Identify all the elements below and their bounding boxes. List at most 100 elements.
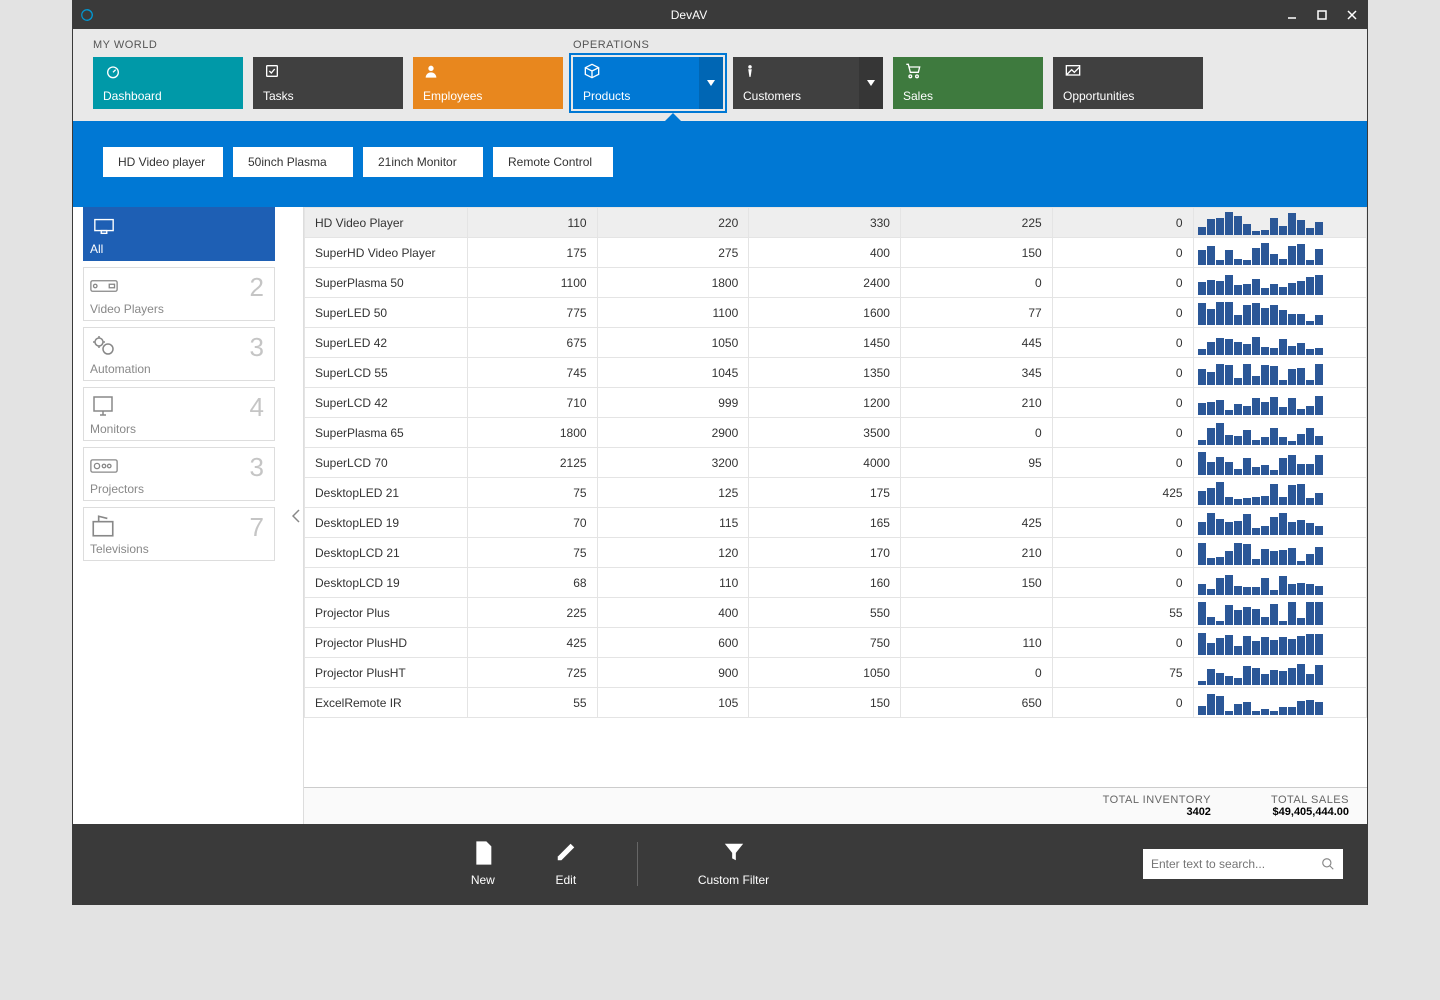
cell-c5: 0 <box>1052 418 1193 448</box>
sidebar-item-all[interactable]: All <box>83 207 275 261</box>
cell-c4: 345 <box>900 358 1052 388</box>
category-count: 2 <box>250 272 264 303</box>
tile-sales[interactable]: Sales <box>893 57 1043 109</box>
cell-c1: 2125 <box>467 448 597 478</box>
table-row[interactable]: ExcelRemote IR551051506500 <box>305 688 1367 718</box>
cell-name: SuperLCD 70 <box>305 448 468 478</box>
cell-c1: 725 <box>467 658 597 688</box>
sidebar-splitter[interactable] <box>289 207 303 824</box>
cell-c3: 3500 <box>749 418 901 448</box>
cell-c1: 675 <box>467 328 597 358</box>
quick-item-3[interactable]: Remote Control <box>493 147 613 177</box>
tile-employees[interactable]: Employees <box>413 57 563 109</box>
category-sidebar: All2Video Players3Automation4Monitors3Pr… <box>73 207 289 824</box>
cell-c3: 170 <box>749 538 901 568</box>
sparkline-chart <box>1198 361 1348 385</box>
sidebar-item-video-players[interactable]: 2Video Players <box>83 267 275 321</box>
cell-c3: 1450 <box>749 328 901 358</box>
cell-c2: 115 <box>597 508 749 538</box>
cell-c4: 0 <box>900 658 1052 688</box>
minimize-button[interactable] <box>1277 1 1307 29</box>
cell-c3: 1050 <box>749 658 901 688</box>
sparkline-chart <box>1198 601 1348 625</box>
table-row[interactable]: SuperPlasma 6518002900350000 <box>305 418 1367 448</box>
quick-item-0[interactable]: HD Video player <box>103 147 223 177</box>
table-row[interactable]: DesktopLED 2175125175425 <box>305 478 1367 508</box>
tile-tasks[interactable]: Tasks <box>253 57 403 109</box>
edit-button[interactable]: Edit <box>555 841 577 887</box>
table-row[interactable]: HD Video Player1102203302250 <box>305 208 1367 238</box>
cell-c2: 1800 <box>597 268 749 298</box>
active-tile-caret-icon <box>665 113 681 121</box>
table-row[interactable]: SuperHD Video Player1752754001500 <box>305 238 1367 268</box>
category-icon <box>90 392 268 420</box>
table-row[interactable]: Projector Plus22540055055 <box>305 598 1367 628</box>
cell-name: Projector PlusHD <box>305 628 468 658</box>
cell-c4: 650 <box>900 688 1052 718</box>
sidebar-item-televisions[interactable]: 7Televisions <box>83 507 275 561</box>
search-input[interactable] <box>1151 857 1321 871</box>
tile-label: Dashboard <box>103 89 233 103</box>
customers-icon <box>743 63 853 81</box>
table-row[interactable]: SuperLCD 4271099912002100 <box>305 388 1367 418</box>
tile-products[interactable]: Products <box>573 57 723 109</box>
custom-filter-button[interactable]: Custom Filter <box>698 841 769 887</box>
tile-opportunities[interactable]: Opportunities <box>1053 57 1203 109</box>
cell-c5: 425 <box>1052 478 1193 508</box>
button-label: New <box>471 873 495 887</box>
table-row[interactable]: DesktopLED 19701151654250 <box>305 508 1367 538</box>
customers-dropdown[interactable] <box>859 57 883 109</box>
sparkline-chart <box>1198 271 1348 295</box>
tasks-icon <box>263 63 393 81</box>
cell-name: SuperLCD 42 <box>305 388 468 418</box>
button-label: Edit <box>555 873 576 887</box>
sidebar-item-automation[interactable]: 3Automation <box>83 327 275 381</box>
footer-sales-value: $49,405,444.00 <box>1271 806 1349 818</box>
quick-item-1[interactable]: 50inch Plasma <box>233 147 353 177</box>
table-row[interactable]: SuperLCD 55745104513503450 <box>305 358 1367 388</box>
table-row[interactable]: DesktopLCD 19681101601500 <box>305 568 1367 598</box>
cell-c3: 175 <box>749 478 901 508</box>
tile-dashboard[interactable]: Dashboard <box>93 57 243 109</box>
category-count: 3 <box>250 452 264 483</box>
table-row[interactable]: DesktopLCD 21751201702100 <box>305 538 1367 568</box>
table-row[interactable]: SuperPlasma 5011001800240000 <box>305 268 1367 298</box>
cell-c2: 999 <box>597 388 749 418</box>
cell-c4: 0 <box>900 268 1052 298</box>
new-button[interactable]: New <box>471 841 495 887</box>
sidebar-item-projectors[interactable]: 3Projectors <box>83 447 275 501</box>
sidebar-item-monitors[interactable]: 4Monitors <box>83 387 275 441</box>
cell-name: DesktopLCD 19 <box>305 568 468 598</box>
cell-c1: 225 <box>467 598 597 628</box>
sparkline-chart <box>1198 481 1348 505</box>
search-icon[interactable] <box>1321 857 1335 871</box>
tile-customers[interactable]: Customers <box>733 57 883 109</box>
category-label: Automation <box>90 362 268 376</box>
category-label: Monitors <box>90 422 268 436</box>
table-row[interactable]: Projector PlusHT7259001050075 <box>305 658 1367 688</box>
cell-name: SuperLED 50 <box>305 298 468 328</box>
cell-c5: 0 <box>1052 628 1193 658</box>
cell-spark <box>1193 298 1366 328</box>
cell-spark <box>1193 508 1366 538</box>
cell-name: ExcelRemote IR <box>305 688 468 718</box>
search-box[interactable] <box>1143 849 1343 879</box>
table-row[interactable]: Projector PlusHD4256007501100 <box>305 628 1367 658</box>
tile-label: Customers <box>743 89 853 103</box>
quick-item-2[interactable]: 21inch Monitor <box>363 147 483 177</box>
cell-c1: 1100 <box>467 268 597 298</box>
cell-c2: 1050 <box>597 328 749 358</box>
products-dropdown[interactable] <box>699 57 723 109</box>
cell-spark <box>1193 238 1366 268</box>
products-icon <box>583 63 693 81</box>
footer-inventory-label: TOTAL INVENTORY <box>1103 794 1211 806</box>
close-button[interactable] <box>1337 1 1367 29</box>
cell-c5: 0 <box>1052 448 1193 478</box>
table-row[interactable]: SuperLCD 70212532004000950 <box>305 448 1367 478</box>
table-row[interactable]: SuperLED 5077511001600770 <box>305 298 1367 328</box>
cell-c1: 710 <box>467 388 597 418</box>
category-count: 4 <box>250 392 264 423</box>
maximize-button[interactable] <box>1307 1 1337 29</box>
cell-c5: 0 <box>1052 688 1193 718</box>
table-row[interactable]: SuperLED 42675105014504450 <box>305 328 1367 358</box>
